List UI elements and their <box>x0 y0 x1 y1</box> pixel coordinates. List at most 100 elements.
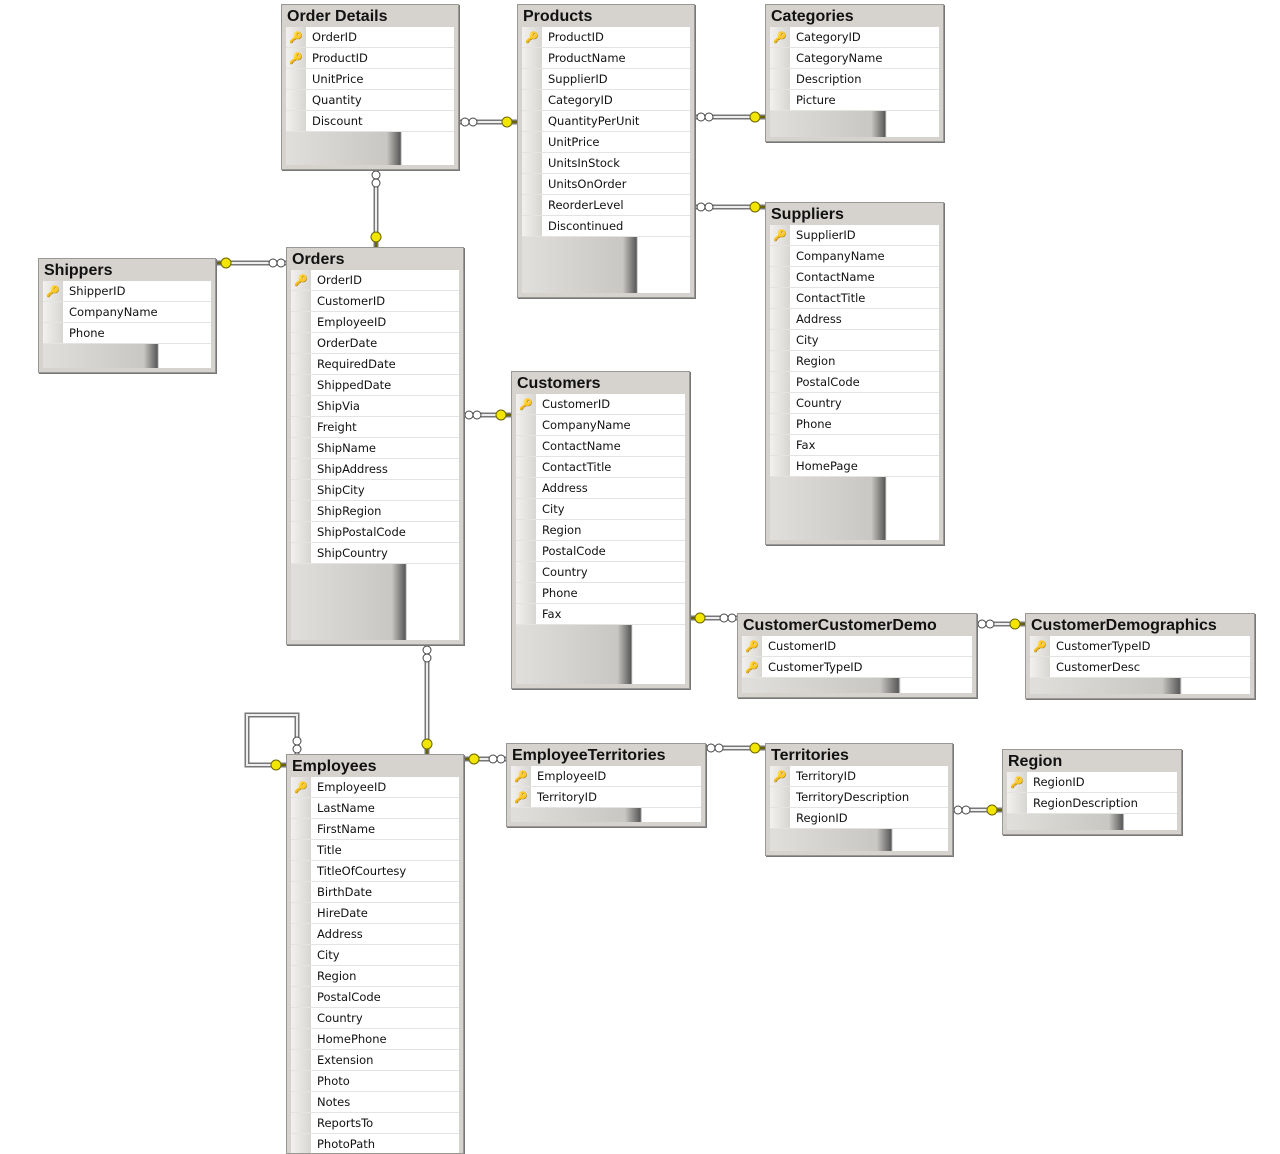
row-selector[interactable] <box>291 1029 311 1049</box>
row-selector[interactable] <box>291 459 311 479</box>
table-territories[interactable]: Territories 🔑 TerritoryID TerritoryDescript… <box>765 743 953 856</box>
table-customercustomerdemo[interactable]: CustomerCustomerDemo 🔑 CustomerID 🔑 Customer… <box>737 613 977 698</box>
table-title[interactable]: Orders <box>287 248 463 270</box>
row-selector[interactable] <box>1030 657 1050 677</box>
field-row[interactable]: 🔑 CustomerTypeID <box>742 657 972 678</box>
field-row[interactable]: Fax <box>516 604 685 625</box>
field-row[interactable]: SupplierID <box>522 69 690 90</box>
field-row[interactable]: HireDate <box>291 903 459 924</box>
field-row[interactable]: LastName <box>291 798 459 819</box>
row-selector[interactable] <box>770 267 790 287</box>
row-selector[interactable] <box>770 90 790 110</box>
field-row[interactable]: PostalCode <box>291 987 459 1008</box>
field-row[interactable]: ContactName <box>770 267 939 288</box>
field-row[interactable]: Notes <box>291 1092 459 1113</box>
row-selector[interactable] <box>770 372 790 392</box>
row-selector[interactable] <box>770 787 790 807</box>
field-row[interactable]: CompanyName <box>770 246 939 267</box>
row-selector[interactable] <box>291 333 311 353</box>
field-row[interactable]: Phone <box>43 323 211 344</box>
row-selector[interactable] <box>291 480 311 500</box>
row-selector[interactable] <box>522 153 542 173</box>
row-selector[interactable] <box>291 819 311 839</box>
field-row[interactable]: ShipAddress <box>291 459 459 480</box>
row-selector[interactable] <box>516 520 536 540</box>
field-row[interactable]: ShipName <box>291 438 459 459</box>
row-selector[interactable] <box>522 48 542 68</box>
row-selector[interactable] <box>291 522 311 542</box>
field-row[interactable]: Region <box>291 966 459 987</box>
field-row[interactable]: OrderDate <box>291 333 459 354</box>
field-row[interactable]: QuantityPerUnit <box>522 111 690 132</box>
row-selector[interactable] <box>291 312 311 332</box>
field-row[interactable]: RequiredDate <box>291 354 459 375</box>
field-row[interactable]: FirstName <box>291 819 459 840</box>
primary-key-icon[interactable]: 🔑 <box>286 27 306 47</box>
field-row[interactable]: Address <box>516 478 685 499</box>
field-row[interactable]: City <box>516 499 685 520</box>
field-row[interactable]: UnitsInStock <box>522 153 690 174</box>
field-row[interactable]: 🔑 OrderID <box>286 27 454 48</box>
row-selector[interactable] <box>291 543 311 563</box>
field-row[interactable]: UnitPrice <box>286 69 454 90</box>
row-selector[interactable] <box>291 1134 311 1153</box>
field-row[interactable]: ShippedDate <box>291 375 459 396</box>
field-row[interactable]: Region <box>770 351 939 372</box>
field-row[interactable]: 🔑 RegionID <box>1007 772 1177 793</box>
field-row[interactable]: City <box>291 945 459 966</box>
row-selector[interactable] <box>522 195 542 215</box>
primary-key-icon[interactable]: 🔑 <box>291 777 311 797</box>
field-row[interactable]: PostalCode <box>516 541 685 562</box>
table-employees[interactable]: Employees 🔑 EmployeeID LastName FirstName Tit… <box>286 754 464 1154</box>
field-row[interactable]: PostalCode <box>770 372 939 393</box>
field-row[interactable]: Title <box>291 840 459 861</box>
row-selector[interactable] <box>291 1071 311 1091</box>
field-row[interactable]: RegionDescription <box>1007 793 1177 814</box>
row-selector[interactable] <box>291 966 311 986</box>
row-selector[interactable] <box>516 457 536 477</box>
field-row[interactable]: CompanyName <box>516 415 685 436</box>
primary-key-icon[interactable]: 🔑 <box>1030 636 1050 656</box>
row-selector[interactable] <box>770 246 790 266</box>
row-selector[interactable] <box>516 415 536 435</box>
field-row[interactable]: Address <box>291 924 459 945</box>
row-selector[interactable] <box>770 288 790 308</box>
field-row[interactable]: TitleOfCourtesy <box>291 861 459 882</box>
row-selector[interactable] <box>286 111 306 131</box>
table-title[interactable]: Shippers <box>39 259 215 281</box>
row-selector[interactable] <box>516 562 536 582</box>
primary-key-icon[interactable]: 🔑 <box>511 766 531 786</box>
field-row[interactable]: 🔑 CategoryID <box>770 27 939 48</box>
row-selector[interactable] <box>291 375 311 395</box>
field-row[interactable]: Country <box>770 393 939 414</box>
table-title[interactable]: Categories <box>766 5 943 27</box>
field-row[interactable]: ContactTitle <box>516 457 685 478</box>
field-row[interactable]: 🔑 EmployeeID <box>511 766 701 787</box>
field-row[interactable]: 🔑 ProductID <box>522 27 690 48</box>
field-row[interactable]: Region <box>516 520 685 541</box>
row-selector[interactable] <box>291 291 311 311</box>
row-selector[interactable] <box>516 436 536 456</box>
field-row[interactable]: CustomerID <box>291 291 459 312</box>
field-row[interactable]: CompanyName <box>43 302 211 323</box>
table-title[interactable]: Customers <box>512 372 689 394</box>
row-selector[interactable] <box>291 438 311 458</box>
row-selector[interactable] <box>291 987 311 1007</box>
field-row[interactable]: 🔑 ShipperID <box>43 281 211 302</box>
table-categories[interactable]: Categories 🔑 CategoryID CategoryName Descrip… <box>765 4 944 142</box>
table-shippers[interactable]: Shippers 🔑 ShipperID CompanyName Phone <box>38 258 216 373</box>
table-products[interactable]: Products 🔑 ProductID ProductName SupplierID C… <box>517 4 695 298</box>
primary-key-icon[interactable]: 🔑 <box>291 270 311 290</box>
table-customers[interactable]: Customers 🔑 CustomerID CompanyName ContactNa… <box>511 371 690 689</box>
field-row[interactable]: ShipCity <box>291 480 459 501</box>
field-row[interactable]: City <box>770 330 939 351</box>
row-selector[interactable] <box>522 216 542 236</box>
row-selector[interactable] <box>291 354 311 374</box>
row-selector[interactable] <box>770 393 790 413</box>
primary-key-icon[interactable]: 🔑 <box>742 636 762 656</box>
field-row[interactable]: ShipRegion <box>291 501 459 522</box>
primary-key-icon[interactable]: 🔑 <box>742 657 762 677</box>
table-order-details[interactable]: Order Details 🔑 OrderID 🔑 ProductID UnitPrice… <box>281 4 459 170</box>
field-row[interactable]: UnitPrice <box>522 132 690 153</box>
row-selector[interactable] <box>522 174 542 194</box>
